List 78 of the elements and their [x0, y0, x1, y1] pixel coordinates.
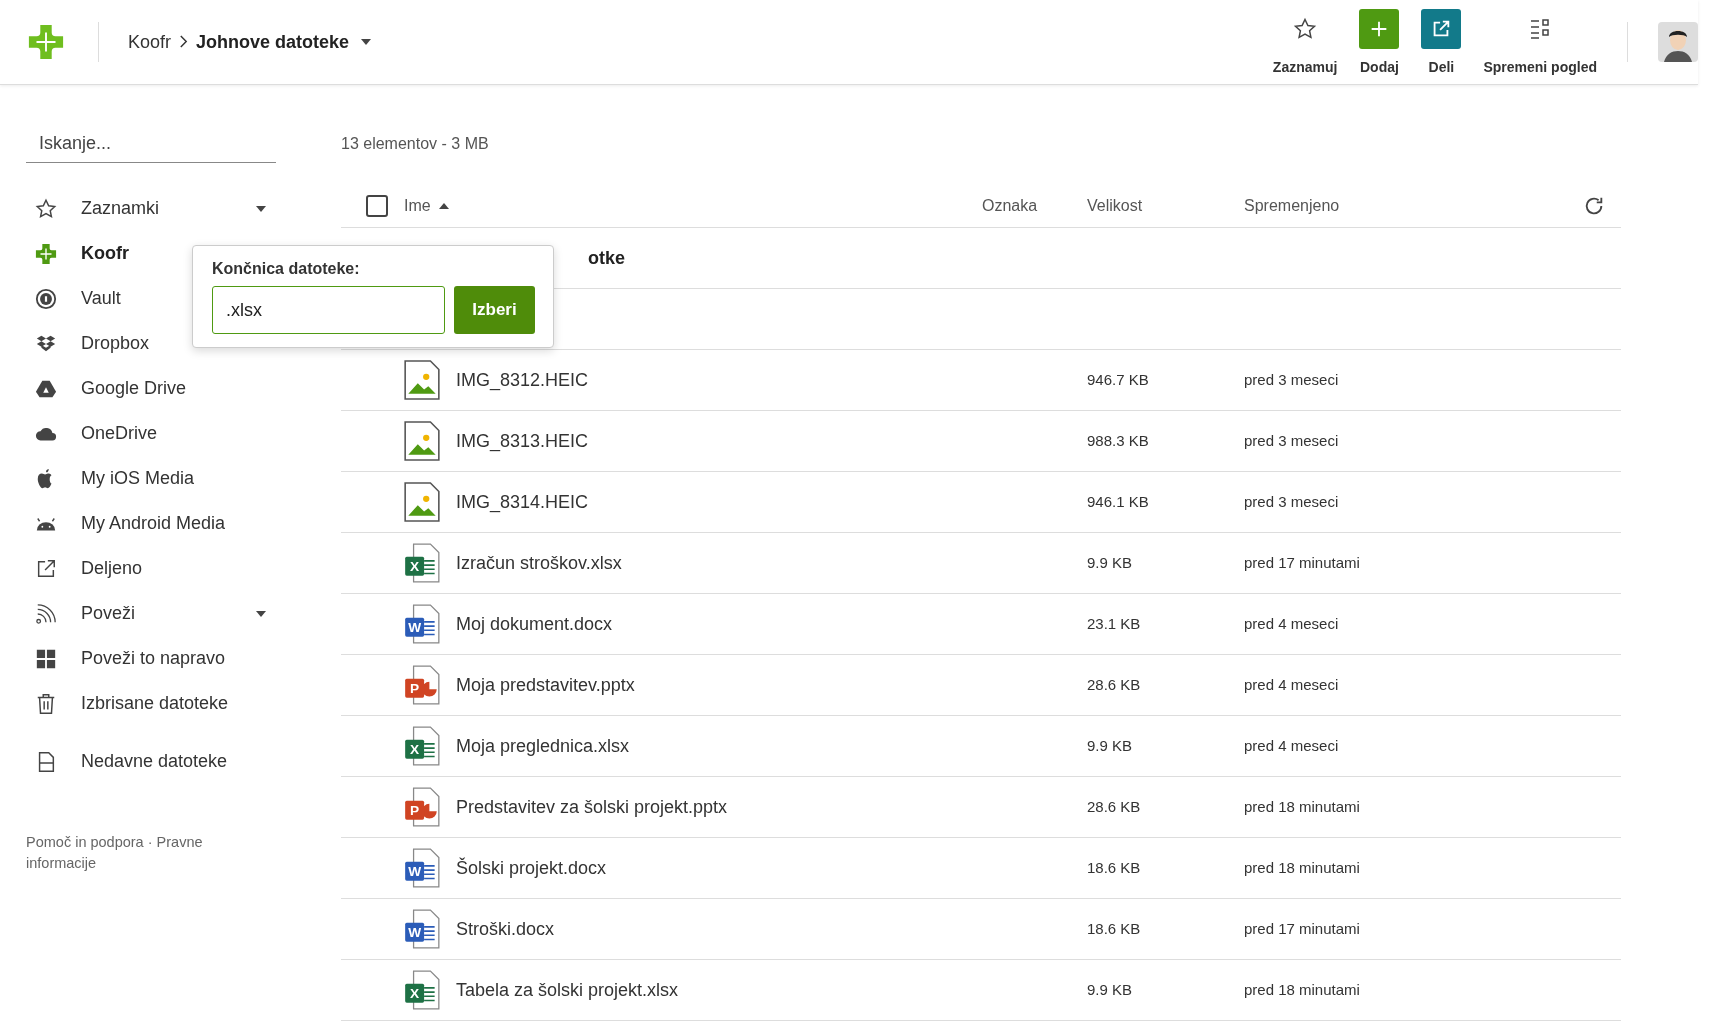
- file-size: 946.7 KB: [1087, 371, 1149, 388]
- sidebar-item[interactable]: Deljeno: [26, 546, 266, 591]
- file-name[interactable]: Tabela za šolski projekt.xlsx: [456, 979, 679, 1001]
- modified-time: pred 4 meseci: [1244, 615, 1339, 632]
- file-name[interactable]: Predstavitev za šolski projekt.pptx: [456, 796, 728, 818]
- footer-links[interactable]: Pomoč in podpora · Pravne informacije: [26, 832, 246, 874]
- sidebar-item[interactable]: Nedavne datoteke: [26, 739, 266, 784]
- sidebar-item[interactable]: Zaznamki: [26, 186, 266, 231]
- modified-time: pred 3 meseci: [1244, 371, 1339, 388]
- file-size: 23.1 KB: [1087, 615, 1141, 632]
- file-name[interactable]: Stroški.docx: [456, 918, 555, 940]
- file-size: 9.9 KB: [1087, 737, 1133, 754]
- file-name[interactable]: IMG_8312.HEIC: [456, 369, 589, 391]
- sidebar-item[interactable]: My Android Media: [26, 501, 266, 546]
- caret-icon[interactable]: [361, 39, 372, 45]
- file-name[interactable]: Moja predstavitev.pptx: [456, 674, 635, 696]
- share-icon: [35, 557, 57, 580]
- modified-time: pred 3 meseci: [1244, 432, 1339, 449]
- sidebar-item[interactable]: Poveži: [26, 591, 266, 636]
- plus-icon: [1359, 9, 1400, 49]
- sidebar-item[interactable]: OneDrive: [26, 411, 266, 456]
- file-name[interactable]: IMG_8314.HEIC: [456, 491, 589, 513]
- koofr-icon: [35, 242, 57, 265]
- file-size: 18.6 KB: [1087, 920, 1141, 937]
- column-header[interactable]: Velikost: [1087, 196, 1143, 214]
- toolbar-button[interactable]: Spremeni pogled: [1483, 9, 1597, 75]
- modified-time: pred 3 meseci: [1244, 493, 1339, 510]
- item-summary: 13 elementov - 3 MB: [341, 135, 490, 154]
- modified-time: pred 18 minutami: [1244, 981, 1360, 998]
- sidebar-item[interactable]: Poveži to napravo: [26, 636, 266, 681]
- sidebar-item[interactable]: Google Drive: [26, 366, 266, 411]
- select-button[interactable]: Izberi: [454, 286, 535, 334]
- file-size: 28.6 KB: [1087, 676, 1141, 693]
- file-size: 9.9 KB: [1087, 981, 1133, 998]
- file-name[interactable]: Šolski projekt.docx: [456, 857, 607, 879]
- toolbar-button[interactable]: Deli: [1421, 9, 1462, 75]
- modified-time: pred 4 meseci: [1244, 676, 1339, 693]
- modified-time: pred 18 minutami: [1244, 798, 1360, 815]
- image-file-icon: [404, 421, 440, 461]
- vault-icon: [35, 287, 57, 310]
- file-size: 9.9 KB: [1087, 554, 1133, 571]
- rss-icon: [35, 602, 57, 625]
- modified-time: pred 18 minutami: [1244, 859, 1360, 876]
- file-size: 988.3 KB: [1087, 432, 1149, 449]
- breadcrumb-link[interactable]: Johnove datoteke: [196, 31, 350, 53]
- sort-ascending-icon[interactable]: [438, 202, 449, 209]
- column-header[interactable]: Oznaka: [982, 196, 1038, 214]
- windows-icon: [35, 647, 57, 670]
- modified-time: pred 17 minutami: [1244, 554, 1360, 571]
- file-size: 28.6 KB: [1087, 798, 1141, 815]
- caret-icon[interactable]: [256, 205, 266, 212]
- column-header[interactable]: Ime: [404, 196, 431, 215]
- extension-field[interactable]: .xlsx: [212, 286, 445, 334]
- image-file-icon: [404, 360, 440, 400]
- toolbar-button[interactable]: Dodaj: [1359, 9, 1400, 75]
- column-header[interactable]: Spremenjeno: [1244, 196, 1340, 214]
- sidebar-item[interactable]: My iOS Media: [26, 456, 266, 501]
- toolbar-button[interactable]: Zaznamuj: [1272, 9, 1338, 75]
- caret-icon[interactable]: [256, 610, 266, 617]
- trash-icon: [35, 692, 57, 715]
- file-size: 18.6 KB: [1087, 859, 1141, 876]
- modified-time: pred 4 meseci: [1244, 737, 1339, 754]
- sidebar-item[interactable]: Izbrisane datoteke: [26, 681, 266, 726]
- breadcrumb-link[interactable]: Koofr: [128, 31, 172, 53]
- image-file-icon: [404, 482, 440, 522]
- file-name[interactable]: Moja preglednica.xlsx: [456, 735, 630, 757]
- extension-label: Končnica datoteke:: [212, 260, 361, 278]
- star-icon: [35, 197, 57, 220]
- star-icon: [1293, 17, 1318, 41]
- file-name[interactable]: Moj dokument.docx: [456, 613, 613, 635]
- file-name[interactable]: IMG_8313.HEIC: [456, 430, 589, 452]
- user-avatar[interactable]: [1658, 22, 1698, 62]
- modified-time: pred 17 minutami: [1244, 920, 1360, 937]
- select-all-checkbox[interactable]: [365, 194, 388, 217]
- file-size: 946.1 KB: [1087, 493, 1149, 510]
- folder-name[interactable]: otke: [588, 247, 625, 269]
- file-name[interactable]: Izračun stroškov.xlsx: [456, 552, 622, 574]
- share-icon: [1421, 9, 1462, 49]
